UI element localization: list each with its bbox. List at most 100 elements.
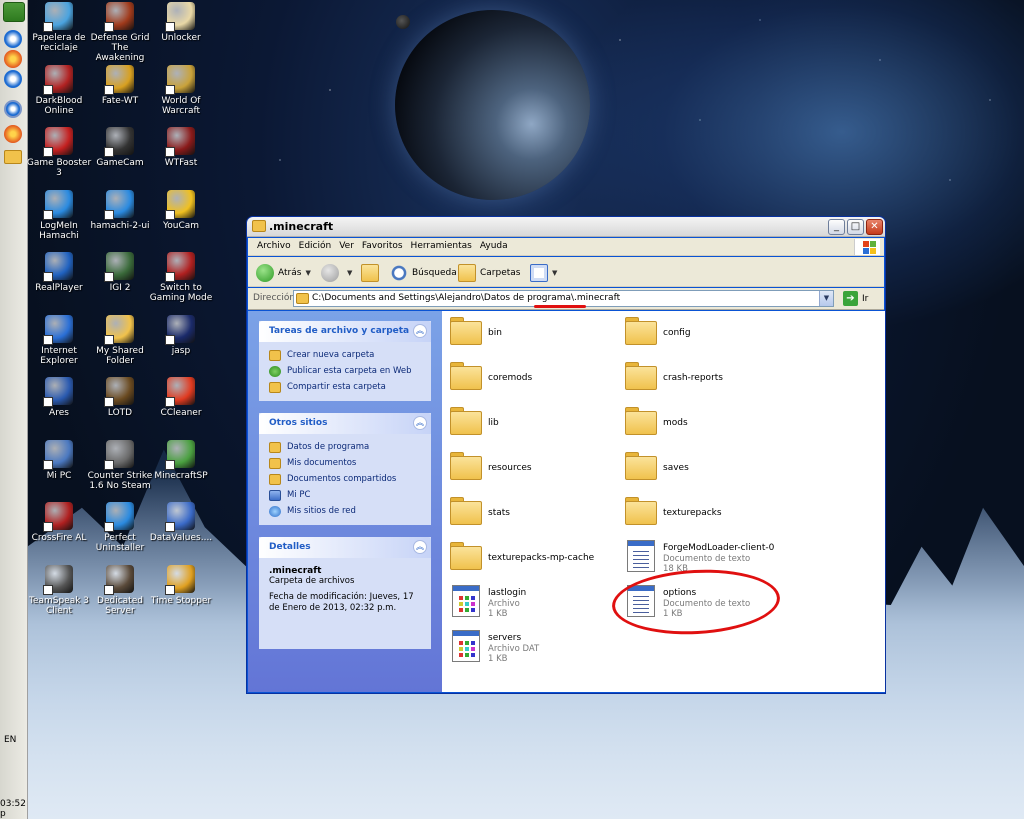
desktop-icon[interactable]: CrossFire AL xyxy=(26,502,92,543)
desktop-icon[interactable]: WTFast xyxy=(148,127,214,168)
messenger-quicklaunch-icon[interactable] xyxy=(4,100,22,118)
details-header[interactable]: Detalles ︽ xyxy=(259,537,431,558)
desktop-icon[interactable]: Game Booster 3 xyxy=(26,127,92,178)
desktop-icon[interactable]: DataValues.... xyxy=(148,502,214,543)
menu-herramientas[interactable]: Herramientas xyxy=(407,239,476,251)
menu-favoritos[interactable]: Favoritos xyxy=(358,239,407,251)
views-button[interactable]: ▼ xyxy=(530,263,557,283)
clock: 03:52 p xyxy=(0,799,26,819)
folder-item[interactable]: bin xyxy=(450,315,502,345)
desktop-icon[interactable]: TeamSpeak 3 Client xyxy=(26,564,92,616)
forward-button[interactable]: ▼ xyxy=(321,263,352,283)
menu-ayuda[interactable]: Ayuda xyxy=(476,239,512,251)
folder-item[interactable]: resources xyxy=(450,450,532,480)
desktop-icon[interactable]: RealPlayer xyxy=(26,252,92,293)
folders-button[interactable]: Carpetas xyxy=(458,263,520,283)
collapse-icon[interactable]: ︽ xyxy=(413,324,427,338)
desktop-icon[interactable]: Ares xyxy=(26,377,92,418)
menu-edicion[interactable]: Edición xyxy=(295,239,336,251)
task-publish-web[interactable]: Publicar esta carpeta en Web xyxy=(269,363,425,379)
collapse-icon[interactable]: ︽ xyxy=(413,540,427,554)
folder-icon xyxy=(625,315,657,345)
address-dropdown-button[interactable]: ▼ xyxy=(819,291,833,306)
desktop-icon[interactable]: Defense Grid The Awakening xyxy=(87,2,153,63)
details-title: Detalles xyxy=(269,542,311,552)
menu-ver[interactable]: Ver xyxy=(335,239,358,251)
task-new-folder[interactable]: Crear nueva carpeta xyxy=(269,347,425,363)
folder-icon xyxy=(625,495,657,525)
tasks-panel: Tareas de archivo y carpeta ︽ Crear nuev… xyxy=(259,321,431,401)
desktop-icon[interactable]: Internet Explorer xyxy=(26,314,92,366)
file-item[interactable]: lastlogin Archivo 1 KB xyxy=(450,585,526,619)
folder-item[interactable]: config xyxy=(625,315,691,345)
desktop-icon[interactable]: LogMeIn Hamachi xyxy=(26,189,92,241)
ie-quicklaunch-icon[interactable] xyxy=(4,30,22,48)
desktop-icon[interactable]: Fate-WT xyxy=(87,64,153,106)
folder-icon xyxy=(252,220,266,232)
desktop-icon[interactable]: Perfect Uninstaller xyxy=(87,502,153,553)
place-datos-programa[interactable]: Datos de programa xyxy=(269,439,425,455)
title-bar[interactable]: .minecraft _ □ ✕ xyxy=(247,217,885,237)
desktop-icon[interactable]: CCleaner xyxy=(148,377,214,418)
desktop-icon-label: Fate-WT xyxy=(101,95,139,106)
folder-taskbar-icon[interactable] xyxy=(4,150,22,164)
desktop-icon[interactable]: My Shared Folder xyxy=(87,314,153,366)
other-places-header[interactable]: Otros sitios ︽ xyxy=(259,413,431,434)
language-indicator[interactable]: EN xyxy=(4,735,16,745)
desktop-icon[interactable]: Papelera de reciclaje xyxy=(26,2,92,53)
folders-label: Carpetas xyxy=(480,268,521,278)
desktop-icon[interactable]: World Of Warcraft xyxy=(148,64,214,116)
close-button[interactable]: ✕ xyxy=(866,219,883,235)
maximize-button[interactable]: □ xyxy=(847,219,864,235)
folder-item[interactable]: stats xyxy=(450,495,510,525)
crossfire-icon xyxy=(43,502,73,532)
folder-item[interactable]: texturepacks xyxy=(625,495,722,525)
folder-item[interactable]: saves xyxy=(625,450,689,480)
place-mi-pc[interactable]: Mi PC xyxy=(269,487,425,503)
folder-icon xyxy=(625,405,657,435)
folder-item[interactable]: mods xyxy=(625,405,688,435)
my-computer-icon xyxy=(269,489,281,501)
chevron-down-icon[interactable]: ▼ xyxy=(552,269,557,277)
back-button[interactable]: Atrás ▼ xyxy=(256,263,311,283)
file-item[interactable]: servers Archivo DAT 1 KB xyxy=(450,630,539,664)
place-sitios-red[interactable]: Mis sitios de red xyxy=(269,503,425,519)
desktop-icon[interactable]: DarkBlood Online xyxy=(26,64,92,116)
desktop-icon[interactable]: hamachi-2-ui xyxy=(87,189,153,231)
desktop-icon[interactable]: Time Stopper xyxy=(148,564,214,606)
search-button[interactable]: Búsqueda xyxy=(390,263,457,283)
desktop-icon[interactable]: MinecraftSP xyxy=(148,439,214,481)
desktop-icon[interactable]: Counter Strike 1.6 No Steam xyxy=(87,439,153,491)
chevron-down-icon[interactable]: ▼ xyxy=(305,269,310,277)
collapse-icon[interactable]: ︽ xyxy=(413,416,427,430)
folder-item[interactable]: crash-reports xyxy=(625,360,723,390)
task-share-folder[interactable]: Compartir esta carpeta xyxy=(269,379,425,395)
wow-icon xyxy=(165,64,195,95)
desktop-icon[interactable]: YouCam xyxy=(148,189,214,231)
desktop-icon[interactable]: Unlocker xyxy=(148,2,214,43)
tasks-panel-header[interactable]: Tareas de archivo y carpeta ︽ xyxy=(259,321,431,342)
place-documentos-compartidos[interactable]: Documentos compartidos xyxy=(269,471,425,487)
desktop-icon[interactable]: LOTD xyxy=(87,377,153,418)
desktop-icon[interactable]: Mi PC xyxy=(26,439,92,481)
minimize-button[interactable]: _ xyxy=(828,219,845,235)
go-button[interactable]: ➔ Ir xyxy=(843,291,868,306)
place-mis-documentos[interactable]: Mis documentos xyxy=(269,455,425,471)
folder-item[interactable]: coremods xyxy=(450,360,532,390)
folder-item[interactable]: texturepacks-mp-cache xyxy=(450,540,594,570)
address-path[interactable]: C:\Documents and Settings\Alejandro\Dato… xyxy=(312,293,620,303)
desktop-icon[interactable]: IGI 2 xyxy=(87,252,153,293)
firefox-quicklaunch-icon[interactable] xyxy=(4,50,22,68)
folder-item[interactable]: lib xyxy=(450,405,499,435)
hamachi-quicklaunch-icon[interactable] xyxy=(4,70,22,88)
chevron-down-icon[interactable]: ▼ xyxy=(347,269,352,277)
menu-archivo[interactable]: Archivo xyxy=(253,239,295,251)
up-folder-button[interactable] xyxy=(361,263,383,283)
start-button[interactable] xyxy=(3,2,25,22)
windows-logo-icon xyxy=(854,239,880,255)
desktop-icon[interactable]: Switch to Gaming Mode xyxy=(148,252,214,303)
desktop-icon[interactable]: jasp xyxy=(148,314,214,356)
desktop-icon[interactable]: Dedicated Server xyxy=(87,564,153,616)
desktop-icon[interactable]: GameCam xyxy=(87,127,153,168)
firefox-taskbar-icon[interactable] xyxy=(4,125,22,143)
